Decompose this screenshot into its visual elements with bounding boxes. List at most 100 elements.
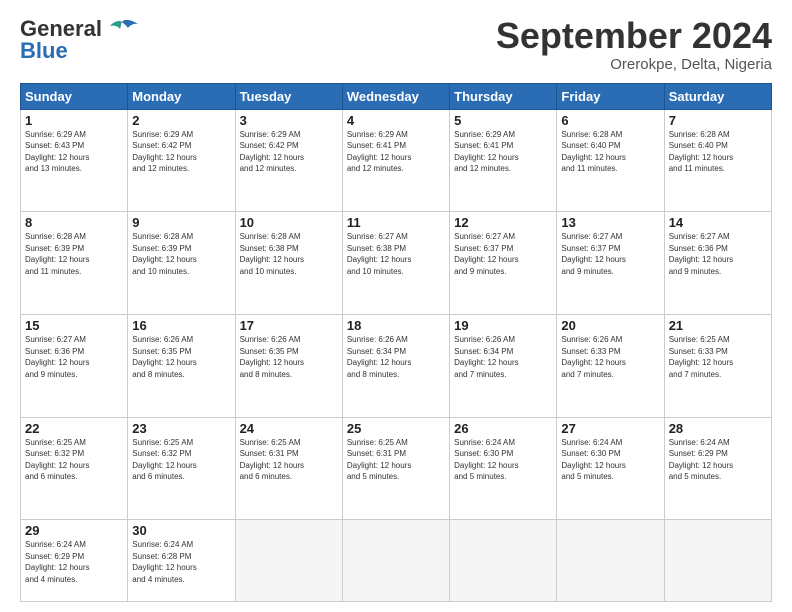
day-number: 12 — [454, 215, 552, 230]
calendar-cell — [342, 520, 449, 602]
day-number: 13 — [561, 215, 659, 230]
day-number: 11 — [347, 215, 445, 230]
day-info: Sunrise: 6:26 AMSunset: 6:33 PMDaylight:… — [561, 334, 659, 380]
calendar-cell: 19Sunrise: 6:26 AMSunset: 6:34 PMDayligh… — [450, 314, 557, 417]
calendar-cell: 30Sunrise: 6:24 AMSunset: 6:28 PMDayligh… — [128, 520, 235, 602]
calendar-cell: 25Sunrise: 6:25 AMSunset: 6:31 PMDayligh… — [342, 417, 449, 520]
calendar-cell: 23Sunrise: 6:25 AMSunset: 6:32 PMDayligh… — [128, 417, 235, 520]
day-number: 5 — [454, 113, 552, 128]
day-number: 26 — [454, 421, 552, 436]
day-number: 19 — [454, 318, 552, 333]
day-number: 8 — [25, 215, 123, 230]
logo: General Blue — [20, 16, 140, 64]
calendar-cell — [664, 520, 771, 602]
day-info: Sunrise: 6:27 AMSunset: 6:37 PMDaylight:… — [454, 231, 552, 277]
calendar-header-row: SundayMondayTuesdayWednesdayThursdayFrid… — [21, 83, 772, 109]
col-header-monday: Monday — [128, 83, 235, 109]
day-info: Sunrise: 6:25 AMSunset: 6:32 PMDaylight:… — [25, 437, 123, 483]
calendar-cell: 26Sunrise: 6:24 AMSunset: 6:30 PMDayligh… — [450, 417, 557, 520]
calendar-cell: 18Sunrise: 6:26 AMSunset: 6:34 PMDayligh… — [342, 314, 449, 417]
day-info: Sunrise: 6:28 AMSunset: 6:38 PMDaylight:… — [240, 231, 338, 277]
day-number: 20 — [561, 318, 659, 333]
day-info: Sunrise: 6:26 AMSunset: 6:34 PMDaylight:… — [454, 334, 552, 380]
logo-bird-icon — [104, 18, 140, 40]
calendar-cell: 11Sunrise: 6:27 AMSunset: 6:38 PMDayligh… — [342, 212, 449, 315]
day-number: 15 — [25, 318, 123, 333]
day-number: 22 — [25, 421, 123, 436]
calendar-cell: 12Sunrise: 6:27 AMSunset: 6:37 PMDayligh… — [450, 212, 557, 315]
day-number: 21 — [669, 318, 767, 333]
day-number: 18 — [347, 318, 445, 333]
page: General Blue September 2024 Orerokpe, De… — [0, 0, 792, 612]
calendar-cell: 13Sunrise: 6:27 AMSunset: 6:37 PMDayligh… — [557, 212, 664, 315]
day-number: 25 — [347, 421, 445, 436]
calendar-cell: 29Sunrise: 6:24 AMSunset: 6:29 PMDayligh… — [21, 520, 128, 602]
day-info: Sunrise: 6:25 AMSunset: 6:31 PMDaylight:… — [347, 437, 445, 483]
day-number: 9 — [132, 215, 230, 230]
week-row-5: 29Sunrise: 6:24 AMSunset: 6:29 PMDayligh… — [21, 520, 772, 602]
day-number: 1 — [25, 113, 123, 128]
day-info: Sunrise: 6:28 AMSunset: 6:39 PMDaylight:… — [25, 231, 123, 277]
week-row-3: 15Sunrise: 6:27 AMSunset: 6:36 PMDayligh… — [21, 314, 772, 417]
calendar-cell: 24Sunrise: 6:25 AMSunset: 6:31 PMDayligh… — [235, 417, 342, 520]
calendar-cell: 5Sunrise: 6:29 AMSunset: 6:41 PMDaylight… — [450, 109, 557, 212]
col-header-thursday: Thursday — [450, 83, 557, 109]
day-info: Sunrise: 6:29 AMSunset: 6:43 PMDaylight:… — [25, 129, 123, 175]
calendar-cell — [557, 520, 664, 602]
week-row-4: 22Sunrise: 6:25 AMSunset: 6:32 PMDayligh… — [21, 417, 772, 520]
calendar-cell: 6Sunrise: 6:28 AMSunset: 6:40 PMDaylight… — [557, 109, 664, 212]
calendar-cell: 7Sunrise: 6:28 AMSunset: 6:40 PMDaylight… — [664, 109, 771, 212]
day-info: Sunrise: 6:29 AMSunset: 6:41 PMDaylight:… — [347, 129, 445, 175]
col-header-tuesday: Tuesday — [235, 83, 342, 109]
day-info: Sunrise: 6:27 AMSunset: 6:36 PMDaylight:… — [25, 334, 123, 380]
calendar-cell: 22Sunrise: 6:25 AMSunset: 6:32 PMDayligh… — [21, 417, 128, 520]
day-info: Sunrise: 6:28 AMSunset: 6:40 PMDaylight:… — [561, 129, 659, 175]
day-number: 3 — [240, 113, 338, 128]
week-row-1: 1Sunrise: 6:29 AMSunset: 6:43 PMDaylight… — [21, 109, 772, 212]
week-row-2: 8Sunrise: 6:28 AMSunset: 6:39 PMDaylight… — [21, 212, 772, 315]
day-info: Sunrise: 6:27 AMSunset: 6:36 PMDaylight:… — [669, 231, 767, 277]
day-number: 29 — [25, 523, 123, 538]
calendar-cell: 20Sunrise: 6:26 AMSunset: 6:33 PMDayligh… — [557, 314, 664, 417]
col-header-saturday: Saturday — [664, 83, 771, 109]
calendar-cell — [235, 520, 342, 602]
day-number: 28 — [669, 421, 767, 436]
calendar-cell: 14Sunrise: 6:27 AMSunset: 6:36 PMDayligh… — [664, 212, 771, 315]
calendar-cell: 10Sunrise: 6:28 AMSunset: 6:38 PMDayligh… — [235, 212, 342, 315]
day-number: 17 — [240, 318, 338, 333]
calendar-cell: 17Sunrise: 6:26 AMSunset: 6:35 PMDayligh… — [235, 314, 342, 417]
day-number: 27 — [561, 421, 659, 436]
day-info: Sunrise: 6:27 AMSunset: 6:37 PMDaylight:… — [561, 231, 659, 277]
day-info: Sunrise: 6:27 AMSunset: 6:38 PMDaylight:… — [347, 231, 445, 277]
col-header-sunday: Sunday — [21, 83, 128, 109]
day-info: Sunrise: 6:25 AMSunset: 6:31 PMDaylight:… — [240, 437, 338, 483]
calendar-cell: 1Sunrise: 6:29 AMSunset: 6:43 PMDaylight… — [21, 109, 128, 212]
col-header-friday: Friday — [557, 83, 664, 109]
day-info: Sunrise: 6:29 AMSunset: 6:41 PMDaylight:… — [454, 129, 552, 175]
day-number: 14 — [669, 215, 767, 230]
month-title: September 2024 — [496, 16, 772, 56]
title-block: September 2024 Orerokpe, Delta, Nigeria — [496, 16, 772, 73]
calendar-cell: 16Sunrise: 6:26 AMSunset: 6:35 PMDayligh… — [128, 314, 235, 417]
location: Orerokpe, Delta, Nigeria — [496, 56, 772, 73]
calendar-cell: 2Sunrise: 6:29 AMSunset: 6:42 PMDaylight… — [128, 109, 235, 212]
day-info: Sunrise: 6:28 AMSunset: 6:39 PMDaylight:… — [132, 231, 230, 277]
day-number: 7 — [669, 113, 767, 128]
day-number: 10 — [240, 215, 338, 230]
calendar-cell — [450, 520, 557, 602]
day-info: Sunrise: 6:24 AMSunset: 6:29 PMDaylight:… — [669, 437, 767, 483]
day-info: Sunrise: 6:28 AMSunset: 6:40 PMDaylight:… — [669, 129, 767, 175]
calendar-cell: 8Sunrise: 6:28 AMSunset: 6:39 PMDaylight… — [21, 212, 128, 315]
day-number: 2 — [132, 113, 230, 128]
calendar-cell: 28Sunrise: 6:24 AMSunset: 6:29 PMDayligh… — [664, 417, 771, 520]
col-header-wednesday: Wednesday — [342, 83, 449, 109]
calendar-cell: 4Sunrise: 6:29 AMSunset: 6:41 PMDaylight… — [342, 109, 449, 212]
day-info: Sunrise: 6:26 AMSunset: 6:35 PMDaylight:… — [240, 334, 338, 380]
day-number: 16 — [132, 318, 230, 333]
day-info: Sunrise: 6:24 AMSunset: 6:30 PMDaylight:… — [454, 437, 552, 483]
calendar-table: SundayMondayTuesdayWednesdayThursdayFrid… — [20, 83, 772, 602]
day-number: 30 — [132, 523, 230, 538]
day-info: Sunrise: 6:25 AMSunset: 6:33 PMDaylight:… — [669, 334, 767, 380]
day-info: Sunrise: 6:25 AMSunset: 6:32 PMDaylight:… — [132, 437, 230, 483]
calendar-cell: 21Sunrise: 6:25 AMSunset: 6:33 PMDayligh… — [664, 314, 771, 417]
